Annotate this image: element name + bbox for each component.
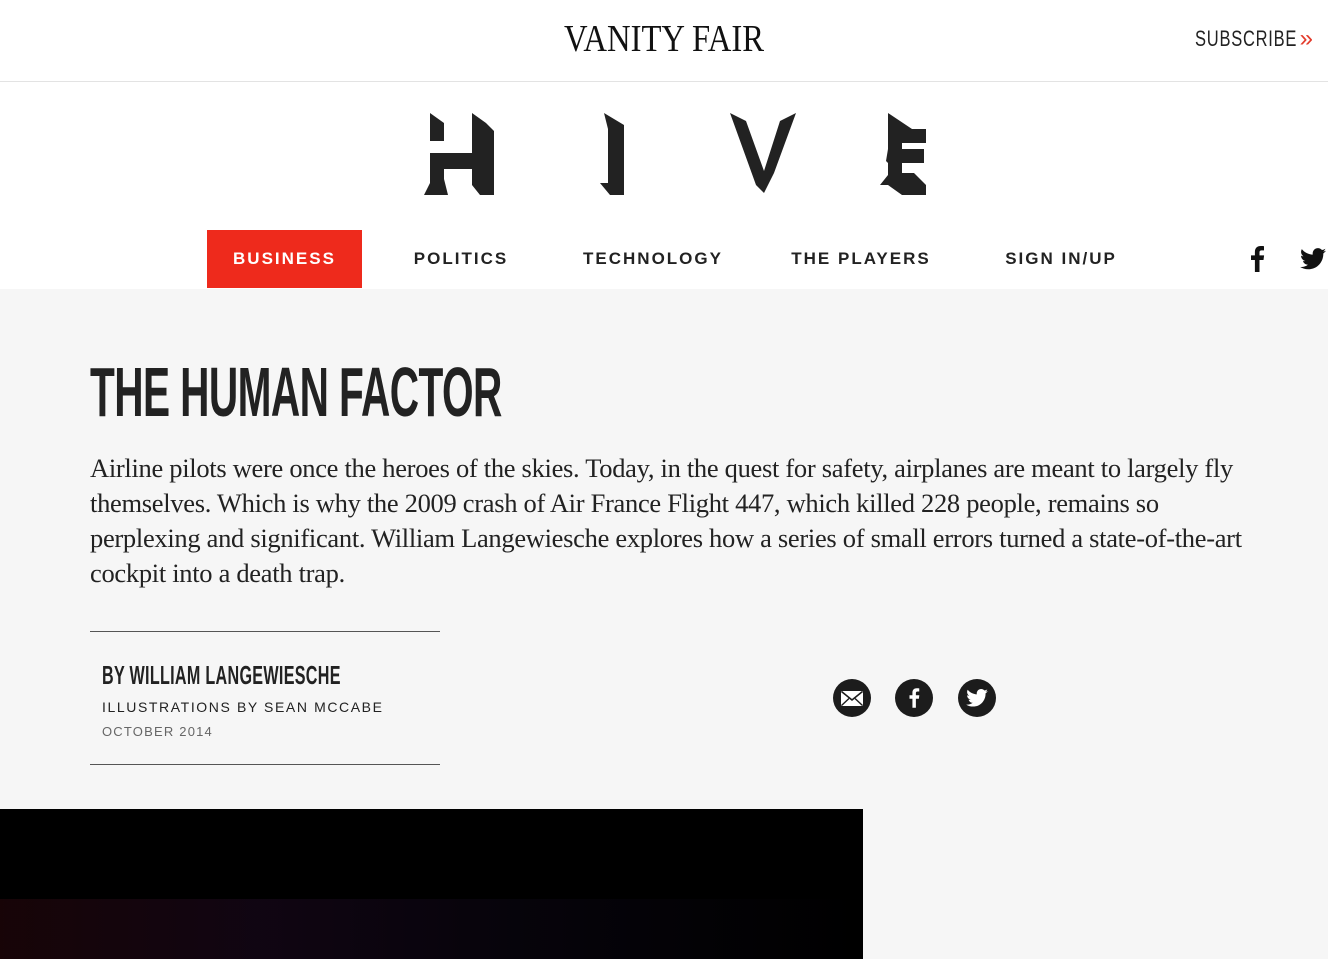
hero-illustration	[0, 809, 863, 959]
article-headline: THE HUMAN FACTOR	[90, 353, 502, 431]
byline-illustrations: ILLUSTRATIONS BY SEAN MCCABE	[102, 699, 384, 715]
facebook-icon[interactable]	[1242, 230, 1272, 288]
nav-item-sign-in-up[interactable]: SIGN IN/UP	[1000, 230, 1122, 288]
nav-item-label: SIGN IN/UP	[1005, 249, 1117, 268]
hive-logo[interactable]	[424, 113, 930, 195]
top-bar: VANITY FAIR SUBSCRIBE »	[0, 0, 1328, 82]
email-share-button[interactable]	[833, 679, 871, 717]
publish-date: OCTOBER 2014	[102, 724, 213, 739]
hero-illustration-glow	[0, 899, 863, 959]
byline-box: BY WILLIAM LANGEWIESCHE ILLUSTRATIONS BY…	[90, 631, 440, 765]
nav-item-label: POLITICS	[413, 249, 509, 268]
twitter-icon[interactable]	[1298, 230, 1328, 288]
facebook-share-button[interactable]	[895, 679, 933, 717]
subscribe-link[interactable]: SUBSCRIBE »	[1161, 26, 1314, 52]
nav-item-the-players[interactable]: THE PLAYERS	[790, 230, 932, 288]
nav-item-label: THE PLAYERS	[791, 249, 931, 268]
nav-item-technology[interactable]: TECHNOLOGY	[580, 230, 726, 288]
byline-author[interactable]: BY WILLIAM LANGEWIESCHE	[102, 660, 341, 691]
section-nav: BUSINESS POLITICS TECHNOLOGY THE PLAYERS…	[0, 230, 1328, 288]
nav-item-label: BUSINESS	[233, 249, 336, 268]
email-icon	[840, 690, 864, 706]
nav-item-label: TECHNOLOGY	[583, 249, 723, 268]
section-header: BUSINESS POLITICS TECHNOLOGY THE PLAYERS…	[0, 82, 1328, 289]
facebook-icon	[909, 688, 920, 708]
nav-item-politics[interactable]: POLITICS	[400, 230, 522, 288]
article-dek: Airline pilots were once the heroes of t…	[90, 453, 1242, 588]
twitter-icon	[966, 689, 988, 707]
vanity-fair-logo[interactable]: VANITY FAIR	[93, 18, 1235, 60]
twitter-share-button[interactable]	[958, 679, 996, 717]
subscribe-label: SUBSCRIBE	[1195, 26, 1298, 51]
article-main: THE HUMAN FACTOR Airline pilots were onc…	[0, 289, 1328, 959]
nav-item-business[interactable]: BUSINESS	[207, 230, 362, 288]
double-chevron-right-icon: »	[1299, 25, 1314, 52]
